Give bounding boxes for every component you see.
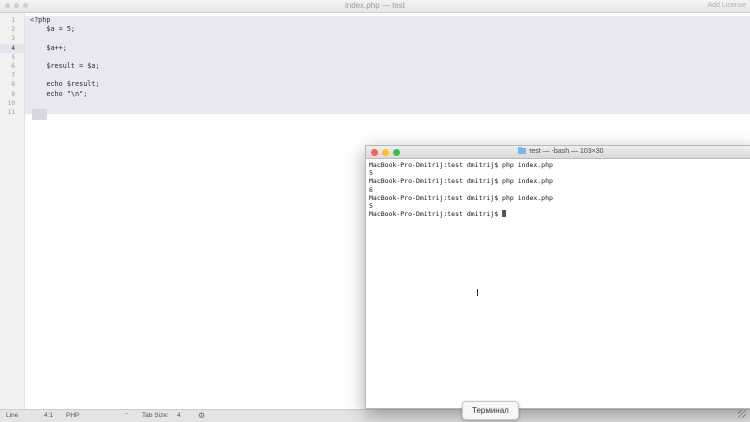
terminal-output[interactable]: MacBook-Pro-Dmitrij:test dmitrij$ php in… xyxy=(366,159,750,220)
code-line[interactable]: echo "\n"; xyxy=(30,90,100,99)
code-line[interactable] xyxy=(30,71,100,80)
terminal-line: MacBook-Pro-Dmitrij:test dmitrij$ php in… xyxy=(369,177,553,186)
code-line[interactable] xyxy=(30,34,100,43)
text-selection xyxy=(25,16,750,114)
status-tab-size-label[interactable]: Tab Size: xyxy=(142,410,169,422)
code-line[interactable]: <?php xyxy=(30,16,100,25)
resize-grip-icon[interactable] xyxy=(738,410,746,418)
current-line-number: 4 xyxy=(0,43,24,53)
line-number: 2 xyxy=(11,26,15,34)
terminal-close-button[interactable] xyxy=(371,149,378,156)
terminal-title: test — -bash — 103×30 xyxy=(529,148,604,155)
code-line[interactable] xyxy=(30,53,100,62)
code-lines[interactable]: <?php $a = 5; $a++; $result = $a; echo $… xyxy=(30,16,100,117)
status-cursor-position[interactable]: 4:1 xyxy=(44,410,53,422)
code-line[interactable]: $a++; xyxy=(30,44,100,53)
ibeam-cursor-icon: I xyxy=(476,288,479,299)
gear-icon[interactable]: ⚙ xyxy=(198,410,205,422)
code-line[interactable]: $result = $a; xyxy=(30,62,99,71)
terminal-line: 5 xyxy=(369,169,373,178)
terminal-line: 5 xyxy=(369,201,373,210)
line-number: 9 xyxy=(11,90,15,98)
line-number: 11 xyxy=(7,108,15,116)
terminal-minimize-button[interactable] xyxy=(382,149,389,156)
terminal-cursor xyxy=(502,210,507,218)
line-number: 7 xyxy=(11,72,15,80)
terminal-line: MacBook-Pro-Dmitrij:test dmitrij$ php in… xyxy=(369,161,553,169)
code-line[interactable] xyxy=(30,108,100,117)
line-number: 8 xyxy=(11,81,15,89)
terminal-line: MacBook-Pro-Dmitrij:test dmitrij$ php in… xyxy=(369,193,553,202)
line-number: 3 xyxy=(11,35,15,43)
terminal-window-controls[interactable] xyxy=(371,149,400,156)
status-tab-size-value[interactable]: 4 xyxy=(177,410,181,422)
dock-tooltip: Терминал xyxy=(462,401,519,420)
terminal-zoom-button[interactable] xyxy=(393,149,400,156)
editor-titlebar[interactable]: index.php — test Add License xyxy=(0,0,750,13)
syntax-dropdown-icon[interactable]: ⌃ xyxy=(124,410,129,422)
code-line[interactable]: $a = 5; xyxy=(30,25,100,34)
folder-icon xyxy=(518,146,527,154)
terminal-prompt-line[interactable]: MacBook-Pro-Dmitrij:test dmitrij$ xyxy=(369,210,750,218)
status-bar: Line 4:1 PHP ⌃ Tab Size: 4 ⚙ xyxy=(0,409,750,422)
line-number: 6 xyxy=(11,62,15,70)
line-number-gutter: 1 2 3 4 5 6 7 8 9 10 11 xyxy=(0,13,25,409)
add-license-link[interactable]: Add License xyxy=(707,0,746,12)
editor-window-title: index.php — test xyxy=(344,1,406,10)
terminal-prompt: MacBook-Pro-Dmitrij:test dmitrij$ xyxy=(369,210,503,219)
line-number: 10 xyxy=(7,99,15,107)
line-number: 5 xyxy=(11,53,15,61)
line-number: 1 xyxy=(11,17,15,24)
code-line[interactable] xyxy=(30,99,100,108)
terminal-titlebar[interactable]: test — -bash — 103×30 xyxy=(366,146,750,159)
code-line[interactable]: echo $result; xyxy=(30,80,99,89)
terminal-window[interactable]: test — -bash — 103×30 MacBook-Pro-Dmitri… xyxy=(365,145,750,409)
status-syntax[interactable]: PHP xyxy=(66,410,79,422)
status-line-label: Line xyxy=(6,412,19,419)
terminal-line: 6 xyxy=(369,185,373,194)
